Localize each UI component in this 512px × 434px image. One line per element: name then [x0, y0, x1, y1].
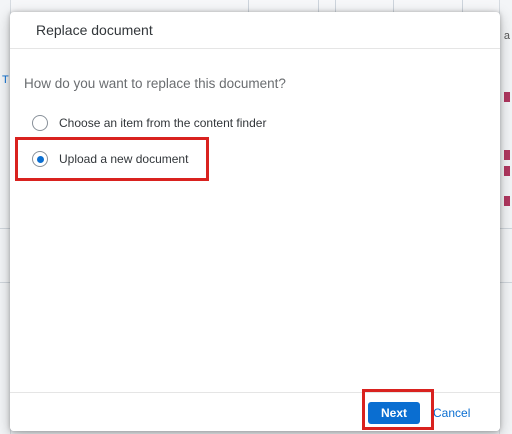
background-divider: [500, 282, 512, 283]
replace-document-dialog: Replace document How do you want to repl…: [10, 12, 500, 431]
highlight-box-next-button: [362, 389, 434, 430]
background-divider: [0, 282, 10, 283]
radio-content-finder[interactable]: [32, 115, 48, 131]
background-status-marker: [504, 196, 510, 206]
replace-question: How do you want to replace this document…: [24, 76, 286, 91]
option-content-finder[interactable]: Choose an item from the content finder: [32, 113, 266, 133]
dialog-title: Replace document: [36, 22, 153, 38]
background-right-text: a: [503, 30, 510, 42]
background-right-panel: a: [499, 0, 512, 434]
dialog-header: Replace document: [10, 12, 500, 49]
cancel-button[interactable]: Cancel: [429, 402, 474, 424]
background-status-marker: [504, 150, 510, 160]
background-left-text: T: [2, 74, 9, 86]
background-status-marker: [504, 166, 510, 176]
background-divider: [0, 228, 10, 229]
highlight-box-upload-option: [15, 137, 209, 181]
background-divider: [500, 228, 512, 229]
background-status-marker: [504, 92, 510, 102]
option-content-finder-label: Choose an item from the content finder: [59, 116, 267, 130]
